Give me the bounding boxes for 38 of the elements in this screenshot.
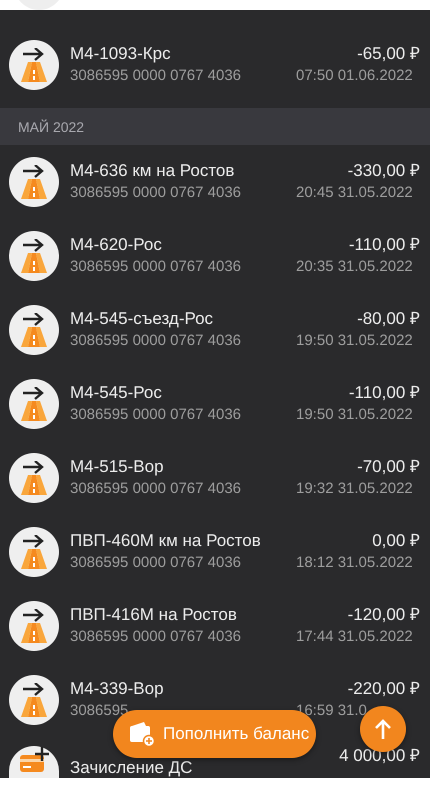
card-number: 3086595 0000 0767 4036 bbox=[70, 183, 242, 203]
transaction-title: М4-620-Рос bbox=[70, 234, 163, 256]
transaction-time: 18:12 31.05.2022 bbox=[296, 553, 414, 573]
transaction-title: М4-1093-Крс bbox=[70, 43, 172, 65]
transaction-amount: -330,00 ₽ bbox=[346, 160, 420, 182]
transaction-amount: -110,00 ₽ bbox=[348, 234, 420, 256]
transaction-title: М4-636 км на Ростов bbox=[70, 160, 236, 182]
transaction-time: 17:44 31.05.2022 bbox=[296, 627, 414, 647]
transaction-title: М4-545-Рос bbox=[70, 382, 163, 404]
transaction-time: 07:50 01.06.2022 bbox=[296, 66, 414, 86]
wallet-plus-icon bbox=[129, 721, 155, 747]
transaction-title: М4-545-съезд-Рос bbox=[70, 308, 214, 330]
transaction-amount: 0,00 ₽ bbox=[371, 530, 420, 552]
arrow-up-icon bbox=[373, 718, 393, 740]
transaction-time: 20:45 31.05.2022 bbox=[296, 183, 414, 203]
transaction-title: М4-515-Вор bbox=[70, 456, 165, 478]
card-number: 3086595 0000 0767 4036 bbox=[70, 405, 242, 425]
transaction-time: 19:32 31.05.2022 bbox=[296, 479, 414, 499]
card-number: 3086595 0000 0767 4036 bbox=[70, 257, 242, 277]
card-number: 3086595 0000 0767 4036 bbox=[70, 331, 242, 351]
card-number: 3086595 0000 0767 4036 bbox=[70, 553, 242, 573]
card-number: 3086595 0000 0767 4036 bbox=[70, 479, 242, 499]
transaction-title: Зачисление ДС bbox=[70, 758, 194, 777]
transaction-amount: -65,00 ₽ bbox=[356, 43, 420, 65]
card-number: 3086595 0000 0767 4036 bbox=[70, 627, 242, 647]
transaction-time: 20:35 31.05.2022 bbox=[296, 257, 414, 277]
transaction-amount: -120,00 ₽ bbox=[346, 604, 420, 626]
transaction-amount: -220,00 ₽ bbox=[346, 678, 420, 700]
section-header: МАЙ 2022 bbox=[18, 118, 84, 136]
transaction-title: ПВП-416М на Ростов bbox=[70, 604, 238, 626]
transaction-amount: -80,00 ₽ bbox=[356, 308, 420, 330]
card-number: 3086595 0000 0767 4036 bbox=[70, 66, 242, 86]
transaction-time: 19:50 31.05.2022 bbox=[296, 405, 414, 425]
transaction-title: М4-339-Вор bbox=[70, 678, 165, 700]
transaction-time: 19:50 31.05.2022 bbox=[296, 331, 414, 351]
transaction-amount: -110,00 ₽ bbox=[348, 382, 420, 404]
transaction-title: ПВП-460М км на Ростов bbox=[70, 530, 262, 552]
transaction-amount: -70,00 ₽ bbox=[356, 456, 420, 478]
